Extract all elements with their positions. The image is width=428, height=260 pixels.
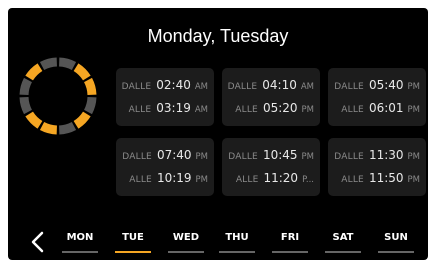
day-progress-ring [19, 57, 97, 135]
from-ampm: AM [300, 82, 314, 92]
from-ampm: AM [194, 82, 208, 92]
time-slot-card-5[interactable]: DALLE 10:45 PM ALLE 11:20 P... [222, 138, 320, 196]
to-ampm: PM [407, 105, 420, 115]
to-label: ALLE [235, 105, 258, 115]
from-label: DALLE [121, 82, 152, 92]
time-slot-card-6[interactable]: DALLE 11:30 PM ALLE 11:50 PM [328, 138, 426, 196]
ring-segment [73, 111, 91, 129]
ring-segment [25, 63, 43, 81]
page-title: Monday, Tuesday [147, 26, 289, 46]
from-ampm: PM [407, 152, 420, 162]
to-ampm: PM [407, 175, 420, 185]
from-time: 11:30 [368, 148, 404, 162]
day-indicator-wed [168, 251, 204, 253]
time-slot-card-1[interactable]: DALLE 02:40 AM ALLE 03:19 AM [116, 68, 214, 126]
from-time: 10:45 [262, 148, 298, 162]
ring-segment [19, 96, 33, 115]
day-indicator-mon [62, 251, 98, 253]
day-indicator-sun [378, 251, 414, 253]
from-label: DALLE [334, 82, 364, 92]
from-time: 05:40 [368, 78, 404, 92]
to-ampm: AM [194, 105, 208, 115]
day-tab-mon[interactable]: MON [60, 232, 100, 243]
ring-segment [58, 121, 77, 135]
from-label: DALLE [228, 152, 258, 162]
ring-segment [39, 121, 58, 135]
to-ampm: PM [301, 105, 314, 115]
day-tab-tue[interactable]: TUE [113, 232, 153, 243]
ring-segment [39, 57, 58, 71]
chevron-left-icon [31, 231, 44, 253]
to-time: 06:01 [368, 101, 404, 115]
day-tab-thu[interactable]: THU [217, 232, 257, 243]
to-ampm: P... [302, 175, 314, 185]
day-tab-sun[interactable]: SUN [376, 232, 416, 243]
from-time: 02:40 [156, 78, 191, 92]
ring-segment [83, 96, 97, 115]
time-slot-card-4[interactable]: DALLE 07:40 PM ALLE 10:19 PM [116, 138, 214, 196]
day-indicator-fri [272, 251, 308, 253]
to-time: 11:50 [368, 171, 404, 185]
from-time: 07:40 [156, 148, 192, 162]
from-ampm: PM [407, 82, 420, 92]
from-ampm: PM [301, 152, 314, 162]
ring-segment [58, 57, 77, 71]
day-tab-sat[interactable]: SAT [323, 232, 363, 243]
ring-segment [83, 77, 97, 96]
day-tab-wed[interactable]: WED [166, 232, 206, 243]
ring-segment [25, 111, 43, 129]
schedule-screen: Monday, Tuesday DALLE 02:40 AM ALLE 03:19 AM… [8, 8, 428, 260]
to-label: ALLE [128, 105, 152, 115]
to-time: 05:20 [262, 101, 298, 115]
day-tab-fri[interactable]: FRI [270, 232, 310, 243]
ring-segment [73, 63, 91, 81]
to-label: ALLE [235, 175, 259, 185]
to-time: 11:20 [263, 171, 299, 185]
to-label: ALLE [341, 175, 364, 185]
back-button[interactable] [28, 230, 48, 254]
from-label: DALLE [122, 152, 152, 162]
from-label: DALLE [227, 82, 258, 92]
day-indicator-tue [115, 251, 151, 253]
to-label: ALLE [129, 175, 152, 185]
to-label: ALLE [341, 105, 364, 115]
from-label: DALLE [334, 152, 364, 162]
time-slot-card-3[interactable]: DALLE 05:40 PM ALLE 06:01 PM [328, 68, 426, 126]
day-indicator-thu [219, 251, 255, 253]
from-ampm: PM [195, 152, 208, 162]
ring-segment [19, 77, 33, 96]
day-indicator-sat [325, 251, 361, 253]
time-slot-card-2[interactable]: DALLE 04:10 AM ALLE 05:20 PM [222, 68, 320, 126]
to-time: 03:19 [156, 101, 191, 115]
to-time: 10:19 [156, 171, 192, 185]
from-time: 04:10 [262, 78, 297, 92]
to-ampm: PM [195, 175, 208, 185]
